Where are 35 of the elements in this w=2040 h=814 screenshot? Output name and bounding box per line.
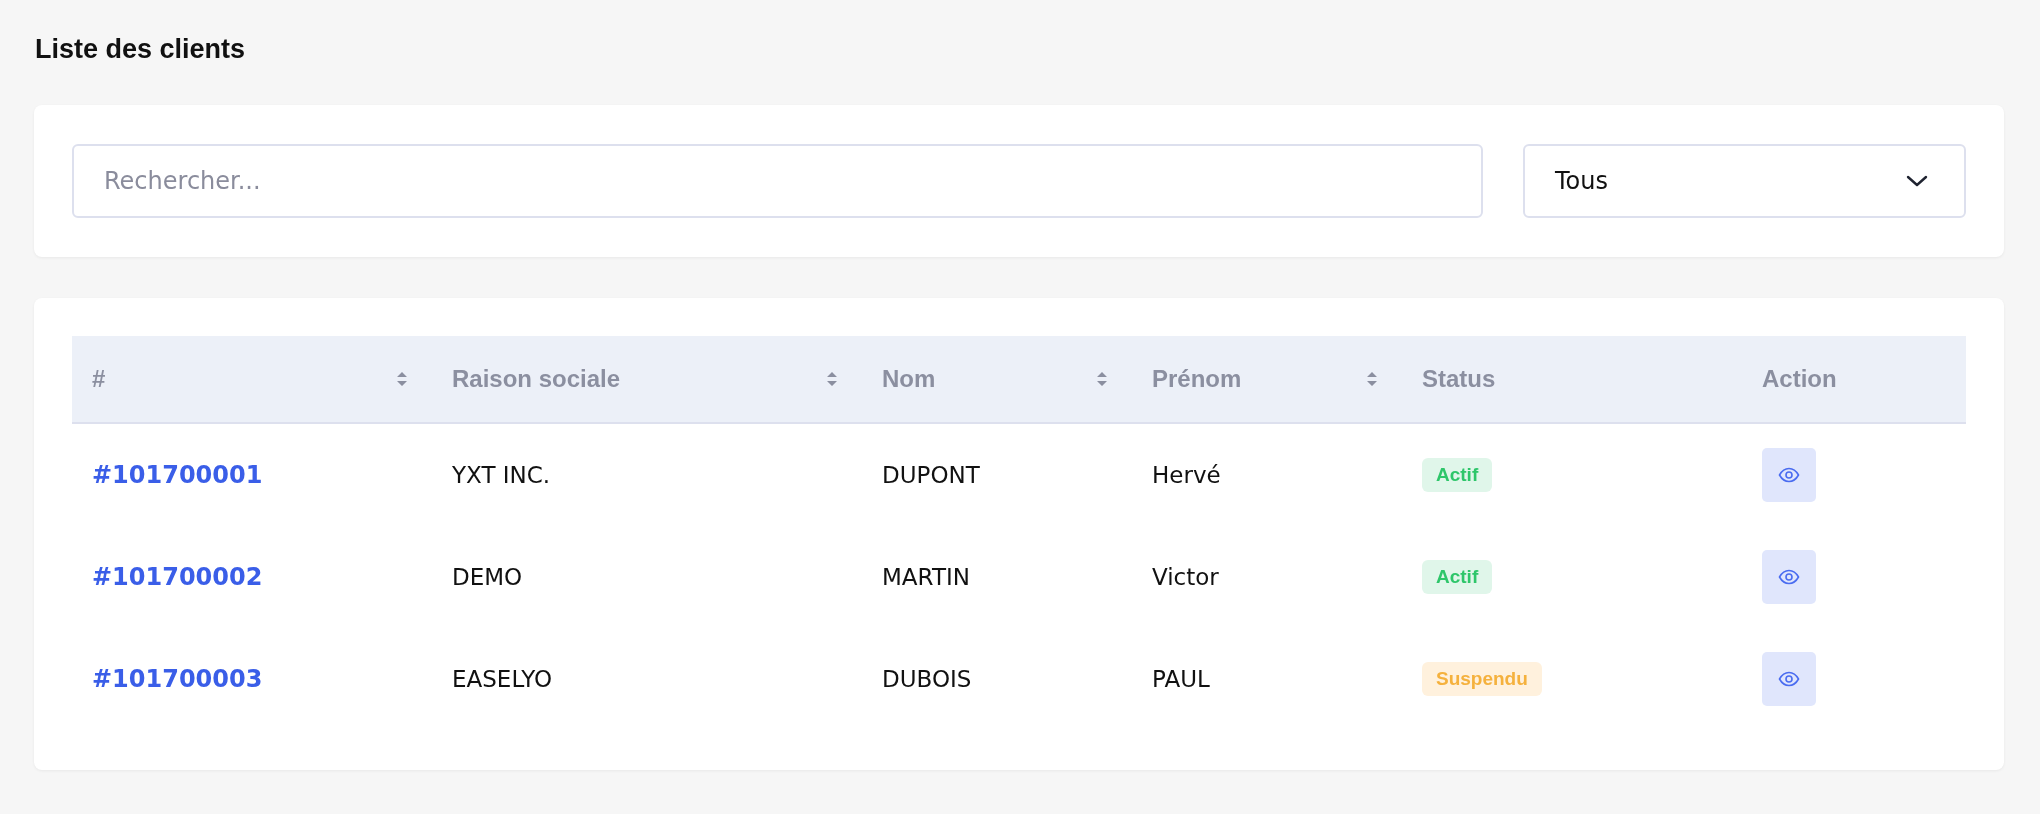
search-field[interactable]: Rechercher... [72, 144, 1483, 218]
column-header: Action [1761, 364, 1838, 394]
column-header[interactable]: # [72, 336, 432, 422]
table-cell: DUBOIS [882, 666, 972, 692]
column-header[interactable]: Nom [862, 336, 1132, 422]
status-badge: Actif [1422, 560, 1493, 594]
table-cell: DUPONT [882, 462, 980, 488]
sort-icon[interactable] [1366, 371, 1378, 387]
client-id-link[interactable]: #101700003 [92, 665, 263, 693]
column-header[interactable]: Raison sociale [432, 336, 862, 422]
eye-icon [1778, 467, 1800, 483]
sort-icon[interactable] [1096, 371, 1108, 387]
table-cell: EASELYO [452, 666, 553, 692]
table-cell: YXT INC. [452, 462, 551, 488]
eye-icon [1778, 671, 1800, 687]
view-button[interactable] [1762, 448, 1816, 502]
column-header: Status [1421, 364, 1497, 394]
table-cell: Hervé [1152, 462, 1221, 488]
table-cell: DEMO [452, 564, 523, 590]
sort-icon[interactable] [826, 371, 838, 387]
table-cell: Victor [1152, 564, 1219, 590]
column-header[interactable]: Prénom [1132, 336, 1402, 422]
client-id-link[interactable]: #101700001 [92, 461, 263, 489]
view-button[interactable] [1762, 550, 1816, 604]
eye-icon [1778, 569, 1800, 585]
sort-icon[interactable] [396, 371, 408, 387]
table-cell: MARTIN [882, 564, 970, 590]
client-id-link[interactable]: #101700002 [92, 563, 263, 591]
status-badge: Suspendu [1422, 662, 1542, 696]
view-button[interactable] [1762, 652, 1816, 706]
chevron-down-icon [1906, 175, 1928, 187]
table-cell: PAUL [1152, 666, 1210, 692]
page-title: Liste des clients [35, 34, 247, 65]
status-badge: Actif [1422, 458, 1493, 492]
status-select[interactable]: Tous [1523, 144, 1966, 218]
